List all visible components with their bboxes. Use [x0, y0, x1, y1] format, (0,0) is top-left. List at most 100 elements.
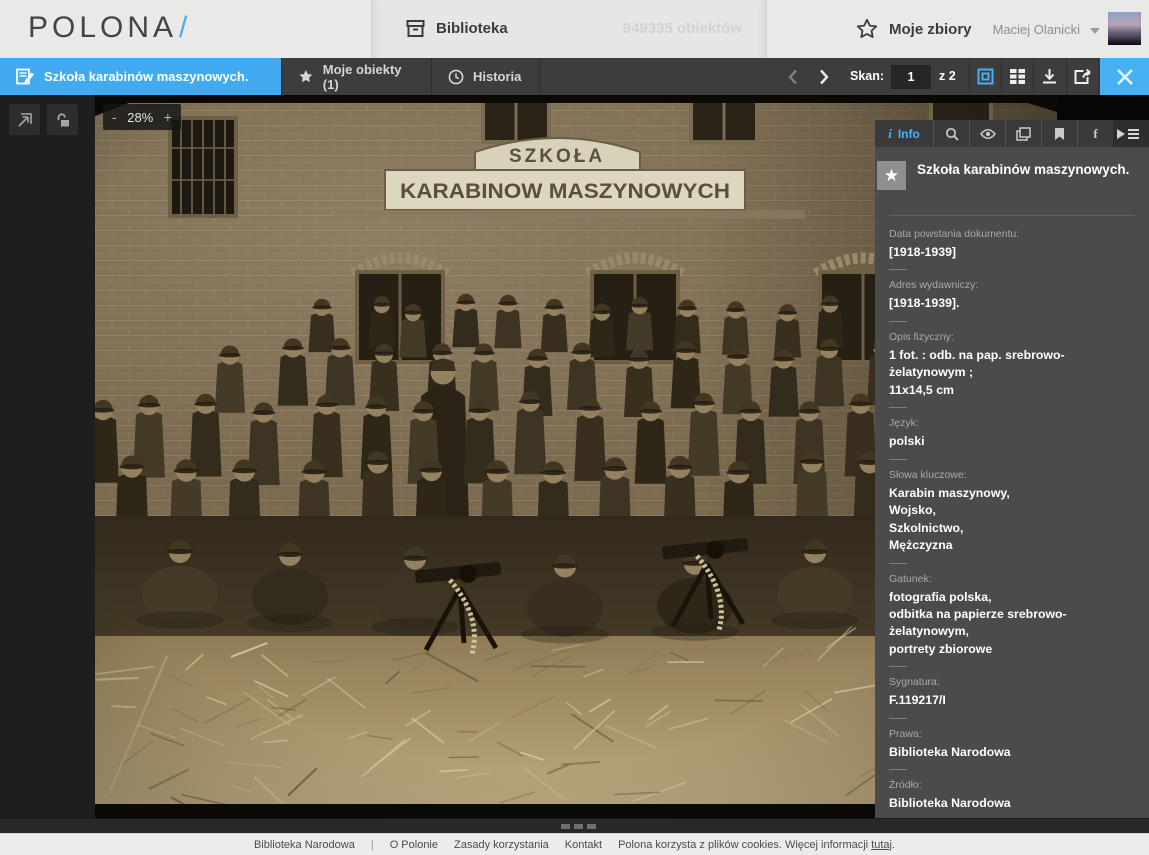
- expand-corner-button[interactable]: [9, 104, 40, 135]
- library-tab[interactable]: Biblioteka: [405, 18, 508, 39]
- share-button[interactable]: [1066, 58, 1099, 95]
- share-icon: [1074, 68, 1091, 84]
- thumbnails-button[interactable]: [1001, 58, 1032, 95]
- field-divider: [889, 666, 907, 668]
- tab-history[interactable]: Historia: [431, 58, 540, 95]
- panel-tab-preview[interactable]: [969, 120, 1005, 147]
- thumbnail-strip: [0, 818, 1149, 833]
- scan-number-input[interactable]: [891, 65, 931, 89]
- close-icon: [1116, 68, 1133, 85]
- cookie-period: .: [891, 838, 896, 851]
- object-count: 949335 obiektów: [622, 20, 742, 37]
- my-collections-label: Moje zbiory: [889, 20, 972, 38]
- panel-tab-copies[interactable]: [1005, 120, 1041, 147]
- facebook-icon: f: [1093, 125, 1098, 141]
- tab-my-objects[interactable]: Moje obiekty (1): [281, 58, 430, 95]
- next-scan-button[interactable]: [809, 62, 838, 91]
- pages-icon: [1016, 126, 1031, 141]
- download-icon: [1043, 69, 1056, 84]
- field-divider: [889, 320, 907, 322]
- info-field: Źródło: Biblioteka Narodowa: [889, 779, 1137, 812]
- scan-label: Skan:: [850, 69, 885, 83]
- panel-tab-bookmark[interactable]: [1041, 120, 1077, 147]
- my-collections-tab[interactable]: Moje zbiory: [855, 17, 972, 41]
- tab-my-objects-label: Moje obiekty (1): [322, 61, 402, 92]
- tab-current-object-label: Szkoła karabinów maszynowych.: [44, 69, 249, 84]
- header-library-section[interactable]: Biblioteka 949335 obiektów: [371, 0, 767, 58]
- document-edit-icon: [16, 68, 34, 85]
- footer-link[interactable]: O Polonie: [390, 839, 438, 851]
- footer-link[interactable]: Kontakt: [565, 839, 602, 851]
- field-label: Adres wydawniczy:: [889, 279, 979, 292]
- tab-current-object[interactable]: Szkoła karabinów maszynowych.: [0, 58, 281, 95]
- polona-app: POLONA/ Biblioteka 949335 obiektów Moje …: [0, 0, 1149, 855]
- fit-screen-icon: [977, 68, 993, 85]
- footer-separator: |: [370, 838, 374, 851]
- panel-tab-info-label: Info: [897, 126, 920, 141]
- prev-scan-button[interactable]: [778, 62, 807, 91]
- field-value: [1918-1939].: [889, 296, 960, 311]
- title-divider: [889, 215, 1135, 216]
- unlock-icon: [57, 112, 69, 126]
- field-value: F.119217/I: [889, 693, 946, 708]
- info-icon: i: [888, 125, 892, 141]
- panel-collapse-button[interactable]: [1117, 125, 1143, 143]
- download-button[interactable]: [1033, 58, 1065, 95]
- object-title: Szkoła karabinów maszynowych.: [917, 162, 1130, 177]
- panel-tab-info[interactable]: i Info: [875, 120, 933, 147]
- field-value-link[interactable]: Wojsko,: [889, 502, 1137, 519]
- field-label: Gatunek:: [889, 572, 932, 585]
- viewer-toolbar: Szkoła karabinów maszynowych. Moje obiek…: [0, 58, 1149, 95]
- info-field: Data powstania dokumentu: [1918-1939]: [889, 228, 1137, 261]
- field-value: Biblioteka Narodowa: [889, 744, 1011, 759]
- field-value-link[interactable]: Karabin maszynowy,: [889, 485, 1137, 502]
- panel-tab-facebook[interactable]: f: [1077, 120, 1113, 147]
- field-value-link[interactable]: fotografia polska,: [889, 589, 1137, 606]
- expand-corner-icon: [17, 112, 32, 127]
- field-label: Słowa kluczowe:: [889, 468, 967, 481]
- user-menu-caret-icon[interactable]: [1090, 28, 1100, 34]
- info-field: Adres wydawniczy: [1918-1939].: [889, 279, 1137, 312]
- field-value: 1 fot. : odb. na pap. srebrowo-żelatynow…: [889, 347, 1065, 380]
- panel-title-row: ★ Szkoła karabinów maszynowych.: [877, 161, 1137, 205]
- close-viewer-button[interactable]: [1100, 58, 1149, 95]
- zoom-control: - 28% +: [103, 104, 181, 130]
- zoom-out-button[interactable]: -: [112, 109, 117, 125]
- field-label: Prawa:: [889, 727, 922, 740]
- info-field: Sygnatura: F.119217/I: [889, 676, 1137, 709]
- field-label: Źródło:: [889, 779, 922, 792]
- field-value-link[interactable]: Mężczyzna: [889, 537, 1137, 554]
- footer: Biblioteka Narodowa | O Polonie Zasady korz…: [0, 833, 1149, 855]
- logo-text: POLONA: [28, 11, 178, 44]
- clock-icon: [448, 69, 464, 84]
- info-panel: i Info f ★ Szkoła karabinów maszynowych.…: [875, 120, 1149, 818]
- fit-screen-button[interactable]: [969, 58, 1000, 95]
- field-divider: [889, 269, 907, 271]
- cookie-text: Polona korzysta z plików cookies. Więcej…: [618, 838, 869, 851]
- footer-link[interactable]: Biblioteka Narodowa: [254, 839, 355, 851]
- tab-history-label: Historia: [473, 69, 522, 84]
- zoom-in-button[interactable]: +: [164, 109, 172, 125]
- footer-link[interactable]: Zasady korzystania: [454, 839, 549, 851]
- panel-tab-search[interactable]: [933, 120, 969, 147]
- star-icon: [299, 70, 313, 83]
- cookie-link[interactable]: tutaj: [871, 839, 892, 851]
- field-value-link[interactable]: odbitka na papierze srebrowo-żelatynowym…: [889, 606, 1137, 641]
- info-field: Język: polski: [889, 417, 1137, 450]
- lock-toggle-button[interactable]: [47, 104, 78, 135]
- field-value: polski: [889, 434, 925, 449]
- grid-icon: [1009, 69, 1025, 84]
- bookmark-icon: [1055, 127, 1064, 140]
- polona-logo[interactable]: POLONA/: [28, 11, 191, 45]
- user-avatar[interactable]: [1108, 12, 1141, 45]
- favorite-star-badge[interactable]: ★: [877, 161, 906, 190]
- field-divider: [889, 407, 907, 409]
- list-lines-icon: [1128, 129, 1139, 139]
- field-value-link[interactable]: portrety zbiorowe: [889, 641, 1137, 658]
- info-field: Opis fizyczny: 1 fot. : odb. na pap. sreb…: [889, 331, 1137, 399]
- user-name[interactable]: Maciej Olanicki: [993, 22, 1080, 37]
- panel-tab-bar: i Info f: [875, 120, 1149, 147]
- strip-handle[interactable]: [561, 824, 596, 829]
- library-tab-label: Biblioteka: [436, 20, 508, 37]
- field-value-link[interactable]: Szkolnictwo,: [889, 520, 1137, 537]
